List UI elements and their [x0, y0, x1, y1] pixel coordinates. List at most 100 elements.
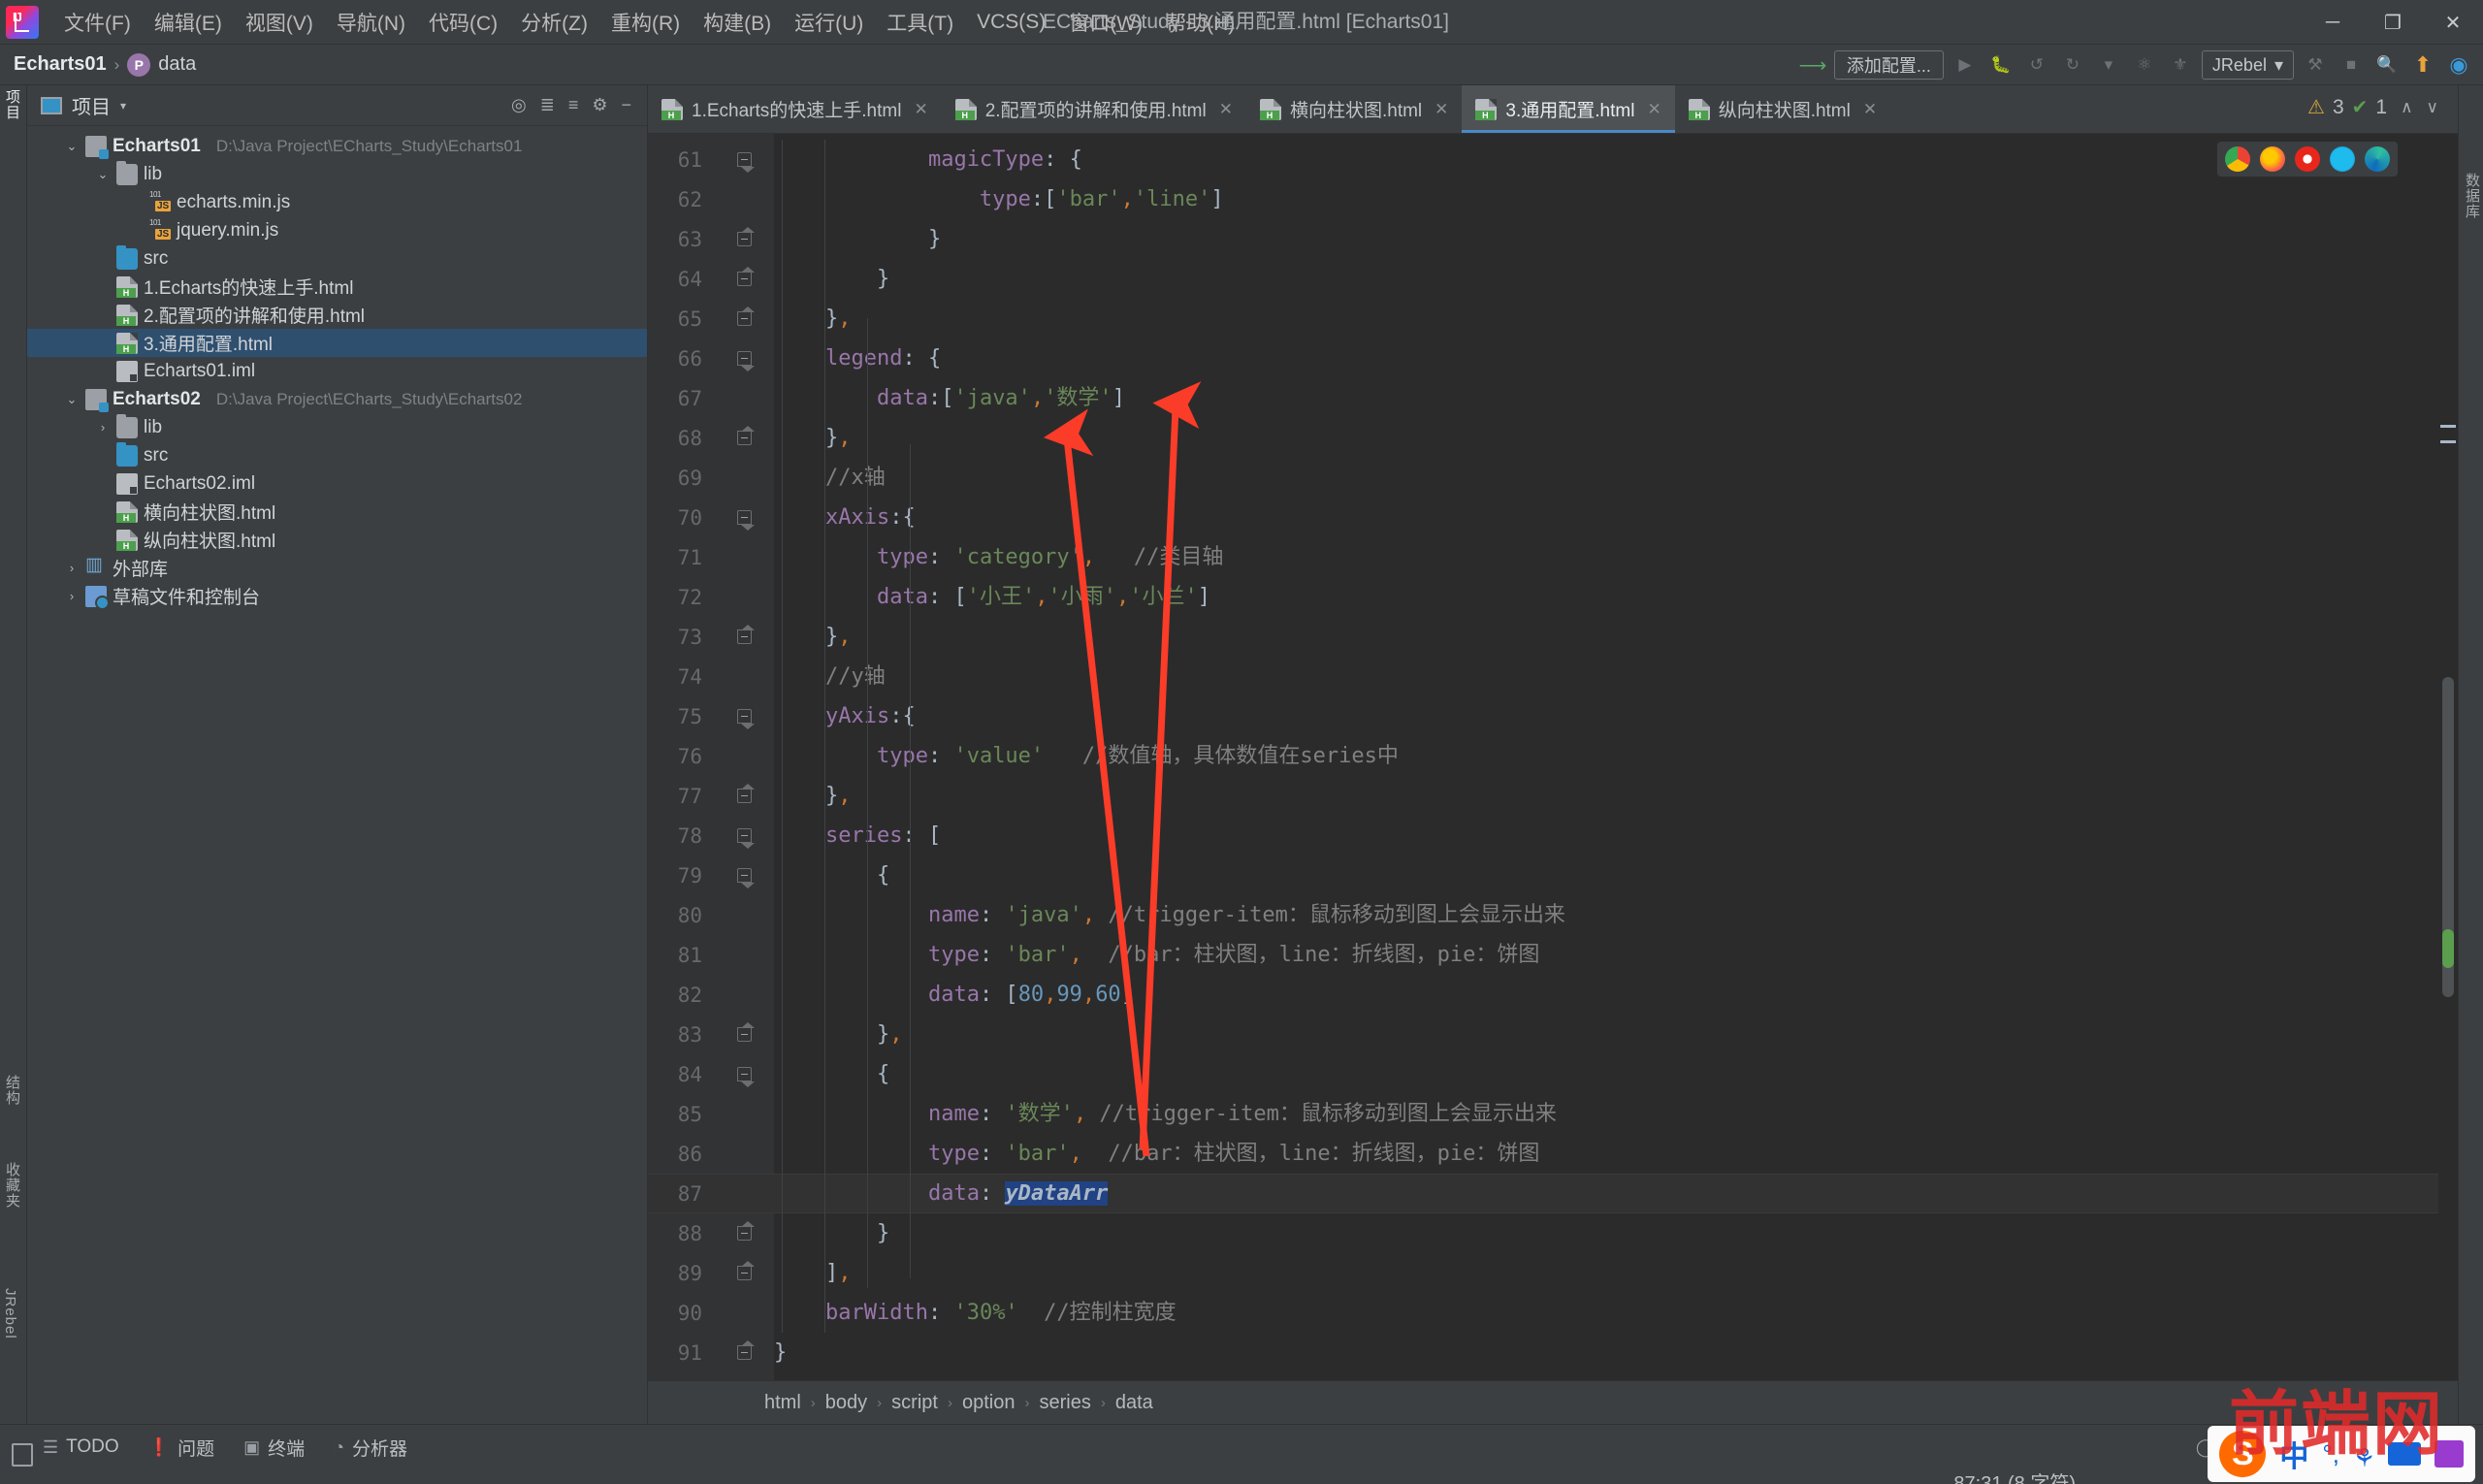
- menu-item-4[interactable]: 代码(C): [417, 4, 509, 41]
- tool-window-tab-project[interactable]: 项目: [2, 89, 22, 120]
- code-line-88[interactable]: }: [774, 1213, 889, 1253]
- status-item-3[interactable]: ◔ 分析器: [334, 1435, 407, 1461]
- copy-icon[interactable]: [12, 1443, 33, 1467]
- code-line-89[interactable]: ],: [774, 1253, 852, 1293]
- code-line-64[interactable]: }: [774, 259, 889, 299]
- code-line-69[interactable]: //x轴: [774, 458, 886, 498]
- chevron-down-icon[interactable]: ⌄: [64, 139, 80, 154]
- ie-icon[interactable]: [2330, 146, 2355, 172]
- chevron-right-icon[interactable]: ›: [64, 561, 80, 575]
- editor-breadcrumb-item-series[interactable]: series: [1039, 1392, 1090, 1414]
- editor-tab-1[interactable]: 2.配置项的讲解和使用.html ✕: [942, 85, 1246, 133]
- code-line-77[interactable]: },: [774, 776, 852, 816]
- code-line-80[interactable]: name: 'java', //trigger-item：鼠标移动到图上会显示出…: [774, 895, 1565, 935]
- profile-icon[interactable]: ↻: [2058, 51, 2087, 79]
- code-line-85[interactable]: name: '数学', //trigger-item：鼠标移动到图上会显示出来: [774, 1094, 1557, 1134]
- editor-breadcrumb-item-body[interactable]: body: [825, 1392, 867, 1414]
- code-fold-up-icon[interactable]: [737, 1340, 755, 1363]
- code-line-68[interactable]: },: [774, 418, 852, 458]
- code-fold-down-icon[interactable]: [737, 510, 755, 531]
- code-fold-up-icon[interactable]: [737, 1022, 755, 1045]
- add-configuration-button[interactable]: 添加配置...: [1833, 50, 1944, 80]
- collapse-all-icon[interactable]: ≡: [568, 95, 579, 115]
- chrome-icon[interactable]: [2225, 146, 2250, 172]
- code-line-79[interactable]: {: [774, 855, 889, 895]
- code-fold-up-icon[interactable]: [737, 1221, 755, 1243]
- code-fold-down-icon[interactable]: [737, 868, 755, 888]
- code-line-70[interactable]: xAxis:{: [774, 498, 916, 537]
- minimize-button[interactable]: ─: [2303, 0, 2363, 45]
- locate-icon[interactable]: ◎: [511, 95, 527, 115]
- code-line-61[interactable]: magicType: {: [774, 140, 1082, 179]
- code-line-72[interactable]: data: ['小王','小雨','小兰']: [774, 577, 1210, 617]
- inspection-widget[interactable]: ⚠ 3 ✔ 1 ∧ ∨: [2307, 95, 2438, 119]
- editor-tab-2[interactable]: 横向柱状图.html ✕: [1246, 85, 1462, 133]
- hide-panel-icon[interactable]: −: [621, 95, 631, 115]
- search-icon[interactable]: 🔍: [2372, 51, 2402, 79]
- editor-tab-4[interactable]: 纵向柱状图.html ✕: [1675, 85, 1890, 133]
- tree-node-9[interactable]: ⌄ Echarts02 D:\Java Project\ECharts_Study\…: [27, 385, 647, 413]
- jrebel-debug-icon[interactable]: ⚜: [2166, 51, 2195, 79]
- tree-node-8[interactable]: ›Echarts01.iml: [27, 357, 647, 385]
- code-fold-down-icon[interactable]: [737, 828, 755, 849]
- menu-item-5[interactable]: 分析(Z): [509, 4, 599, 41]
- code-fold-down-icon[interactable]: [737, 351, 755, 371]
- menu-item-7[interactable]: 构建(B): [692, 4, 783, 41]
- jrebel-selector[interactable]: JRebel ▾: [2201, 50, 2294, 80]
- close-icon[interactable]: ✕: [1647, 100, 1661, 119]
- opera-icon[interactable]: [2295, 146, 2320, 172]
- code-line-67[interactable]: data:['java','数学']: [774, 378, 1125, 418]
- tool-window-tab-favorites[interactable]: 收藏夹: [2, 1162, 22, 1209]
- code-fold-up-icon[interactable]: [737, 625, 755, 647]
- maximize-button[interactable]: ❐: [2363, 0, 2423, 45]
- stop-icon[interactable]: ■: [2337, 51, 2366, 79]
- close-icon[interactable]: ✕: [914, 100, 927, 119]
- tree-node-14[interactable]: ›纵向柱状图.html: [27, 526, 647, 554]
- chevron-down-icon[interactable]: ⌄: [64, 392, 80, 407]
- tool-window-tab-structure[interactable]: 结构: [2, 1075, 22, 1106]
- code-line-84[interactable]: {: [774, 1054, 889, 1094]
- code-line-78[interactable]: series: [: [774, 816, 941, 855]
- code-line-75[interactable]: yAxis:{: [774, 696, 916, 736]
- tree-node-3[interactable]: ›jquery.min.js: [27, 216, 647, 244]
- tree-node-2[interactable]: ›echarts.min.js: [27, 188, 647, 216]
- code-fold-up-icon[interactable]: [737, 267, 755, 289]
- tree-node-11[interactable]: ›src: [27, 441, 647, 469]
- update-icon[interactable]: ⬆: [2408, 51, 2437, 79]
- code-line-86[interactable]: type: 'bar', //bar：柱状图，line：折线图，pie：饼图: [774, 1134, 1539, 1174]
- caret-position[interactable]: 87:31 (8 字符): [1953, 1468, 2076, 1484]
- code-line-82[interactable]: data: [80,99,60]: [774, 975, 1134, 1015]
- editor-breadcrumb-item-option[interactable]: option: [962, 1392, 1016, 1414]
- settings-gear-icon[interactable]: ⚙: [592, 95, 607, 115]
- code-fold-up-icon[interactable]: [737, 784, 755, 806]
- menu-item-1[interactable]: 编辑(E): [143, 4, 234, 41]
- code-fold-up-icon[interactable]: [737, 227, 755, 249]
- menu-item-9[interactable]: 工具(T): [875, 4, 965, 41]
- code-line-65[interactable]: },: [774, 299, 852, 339]
- line-number-gutter[interactable]: 61 62 63 64 65 66 67 68 69 70 71 72 73 74 75 76 77 78 79 80…: [648, 134, 774, 1380]
- code-line-71[interactable]: type: 'category', //类目轴: [774, 537, 1223, 577]
- menu-item-2[interactable]: 视图(V): [234, 4, 325, 41]
- editor-tab-0[interactable]: 1.Echarts的快速上手.html ✕: [648, 85, 942, 133]
- code-fold-down-icon[interactable]: [737, 152, 755, 173]
- chevron-up-icon[interactable]: ∧: [2401, 98, 2412, 117]
- menu-item-0[interactable]: 文件(F): [52, 4, 143, 41]
- code-line-90[interactable]: barWidth: '30%' //控制柱宽度: [774, 1293, 1177, 1333]
- chevron-down-icon[interactable]: ▾: [120, 99, 126, 113]
- tool-window-tab-jrebel[interactable]: JRebel: [2, 1288, 18, 1339]
- code-editor[interactable]: 61 62 63 64 65 66 67 68 69 70 71 72 73 74 75 76 77 78 79 80…: [648, 134, 2483, 1380]
- editor-breadcrumb-item-script[interactable]: script: [891, 1392, 938, 1414]
- tree-node-6[interactable]: ›2.配置项的讲解和使用.html: [27, 301, 647, 329]
- tree-node-15[interactable]: › 外部库: [27, 554, 647, 582]
- jrebel-run-icon[interactable]: ⚛: [2130, 51, 2159, 79]
- tree-node-5[interactable]: ›1.Echarts的快速上手.html: [27, 273, 647, 301]
- code-line-63[interactable]: }: [774, 219, 941, 259]
- code-line-73[interactable]: },: [774, 617, 852, 657]
- code-fold-down-icon[interactable]: [737, 1067, 755, 1087]
- marker-scrollbar[interactable]: [2438, 134, 2458, 1377]
- close-icon[interactable]: ✕: [1863, 100, 1877, 119]
- close-button[interactable]: ✕: [2423, 0, 2483, 45]
- build-icon[interactable]: ⚒: [2301, 51, 2330, 79]
- tree-node-7[interactable]: ›3.通用配置.html: [27, 329, 647, 357]
- chevron-right-icon[interactable]: ›: [95, 420, 111, 435]
